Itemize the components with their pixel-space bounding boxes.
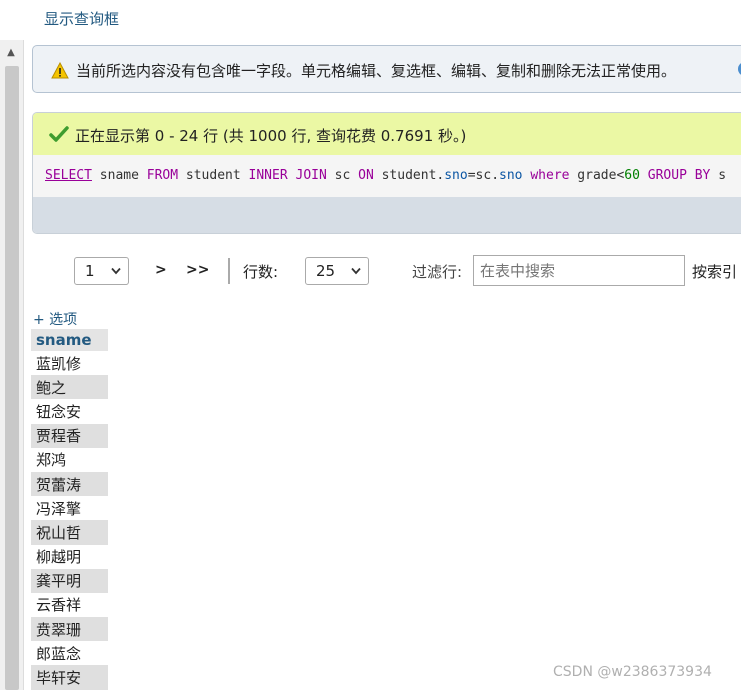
table-cell[interactable]: 柳越明 bbox=[31, 544, 108, 569]
sql-keyword: INNER JOIN bbox=[248, 168, 327, 183]
check-icon bbox=[49, 126, 69, 142]
rows-per-page-select[interactable]: 25 bbox=[305, 257, 369, 285]
table-cell[interactable]: 冯泽擎 bbox=[31, 496, 108, 521]
rows-label: 行数: bbox=[243, 263, 279, 281]
chevron-down-icon bbox=[111, 267, 121, 275]
chevron-down-icon bbox=[351, 267, 361, 275]
table-cell[interactable]: 贾程香 bbox=[31, 423, 108, 448]
table-row: 冯泽擎 bbox=[31, 496, 108, 521]
table-cell[interactable]: 郎蓝念 bbox=[31, 641, 108, 666]
table-cell[interactable]: 郑鸿 bbox=[31, 447, 108, 472]
table-row: 蓝凯修 bbox=[31, 351, 108, 376]
success-text: 正在显示第 0 - 24 行 (共 1000 行, 查询花费 0.7691 秒。… bbox=[75, 127, 467, 145]
last-page-button[interactable]: >> bbox=[186, 262, 209, 278]
sql-field: sno bbox=[444, 168, 468, 183]
page-number-select[interactable]: 1 bbox=[74, 257, 129, 285]
table-cell[interactable]: 云香祥 bbox=[31, 592, 108, 618]
table-cell[interactable]: 钮念安 bbox=[31, 399, 108, 424]
sql-keyword-select[interactable]: SELECT bbox=[45, 168, 92, 183]
sql-token: student. bbox=[373, 168, 445, 183]
sql-toolbar-area bbox=[33, 197, 741, 233]
sql-token: s bbox=[710, 168, 727, 183]
sql-keyword: where bbox=[530, 168, 570, 183]
table-cell[interactable]: 鲍之 bbox=[31, 375, 108, 400]
watermark: CSDN @w2386373934 bbox=[553, 664, 712, 680]
next-page-button[interactable]: > bbox=[155, 262, 167, 278]
sort-by-key-label: 按索引 bbox=[692, 263, 738, 281]
show-query-box-link[interactable]: 显示查询框 bbox=[44, 8, 119, 29]
filter-rows-input[interactable] bbox=[473, 255, 685, 286]
sql-query-display: SELECT sname FROM student INNER JOIN sc … bbox=[33, 155, 741, 197]
sql-field: sno bbox=[499, 168, 523, 183]
table-cell[interactable]: 龚平明 bbox=[31, 568, 108, 593]
warning-message: 当前所选内容没有包含唯一字段。单元格编辑、复选框、编辑、复制和删除无法正常使用。… bbox=[32, 45, 741, 93]
warning-icon bbox=[51, 62, 69, 79]
vertical-scrollbar[interactable]: ▲ bbox=[0, 40, 24, 690]
scroll-up-arrow-icon[interactable]: ▲ bbox=[4, 46, 18, 60]
divider bbox=[228, 258, 230, 284]
table-row: 贲翠珊 bbox=[31, 617, 108, 642]
table-row: 贾程香 bbox=[31, 423, 108, 448]
table-cell[interactable]: 祝山哲 bbox=[31, 520, 108, 545]
sql-keyword: GROUP BY bbox=[647, 168, 711, 183]
sql-token: =sc. bbox=[467, 168, 500, 183]
sql-number: 60 bbox=[624, 168, 640, 183]
sql-token: student bbox=[178, 168, 249, 183]
sql-query-text: SELECT sname FROM student INNER JOIN sc … bbox=[45, 168, 726, 183]
sql-keyword: ON bbox=[358, 168, 374, 183]
table-row: 云香祥 bbox=[31, 592, 108, 618]
sql-keyword: FROM bbox=[146, 168, 179, 183]
pagination-bar: 1 > >> 行数: 25 过滤行: 按索引 bbox=[0, 255, 741, 287]
table-row: 贺蕾涛 bbox=[31, 471, 108, 497]
warning-text: 当前所选内容没有包含唯一字段。单元格编辑、复选框、编辑、复制和删除无法正常使用。 bbox=[76, 62, 677, 80]
rows-per-page-value: 25 bbox=[316, 262, 336, 280]
table-row: 毕轩安 bbox=[31, 665, 108, 690]
table-row: 钮念安 bbox=[31, 399, 108, 424]
options-toggle-link[interactable]: + 选项 bbox=[33, 309, 77, 329]
scrollbar-thumb[interactable] bbox=[5, 66, 19, 690]
results-table: sname 蓝凯修 鲍之 钮念安 贾程香 郑鸿 贺蕾涛 冯泽擎 祝山哲 柳越明 … bbox=[31, 329, 108, 690]
table-row: 郑鸿 bbox=[31, 447, 108, 472]
sql-token: sname bbox=[91, 168, 147, 183]
page-number-value: 1 bbox=[85, 262, 95, 280]
table-cell[interactable]: 毕轩安 bbox=[31, 665, 108, 690]
table-row: 郎蓝念 bbox=[31, 641, 108, 666]
sql-token: sc bbox=[326, 168, 359, 183]
table-cell[interactable]: 蓝凯修 bbox=[31, 351, 108, 376]
query-result-panel: 正在显示第 0 - 24 行 (共 1000 行, 查询花费 0.7691 秒。… bbox=[32, 112, 741, 234]
table-row: 柳越明 bbox=[31, 544, 108, 569]
success-message: 正在显示第 0 - 24 行 (共 1000 行, 查询花费 0.7691 秒。… bbox=[33, 113, 741, 155]
filter-label: 过滤行: bbox=[412, 263, 463, 281]
table-cell[interactable]: 贲翠珊 bbox=[31, 617, 108, 642]
column-header-sname[interactable]: sname bbox=[31, 329, 108, 351]
sql-token: grade< bbox=[569, 168, 625, 183]
table-row: 祝山哲 bbox=[31, 520, 108, 545]
table-row: 龚平明 bbox=[31, 568, 108, 593]
table-cell[interactable]: 贺蕾涛 bbox=[31, 471, 108, 497]
table-row: 鲍之 bbox=[31, 375, 108, 400]
